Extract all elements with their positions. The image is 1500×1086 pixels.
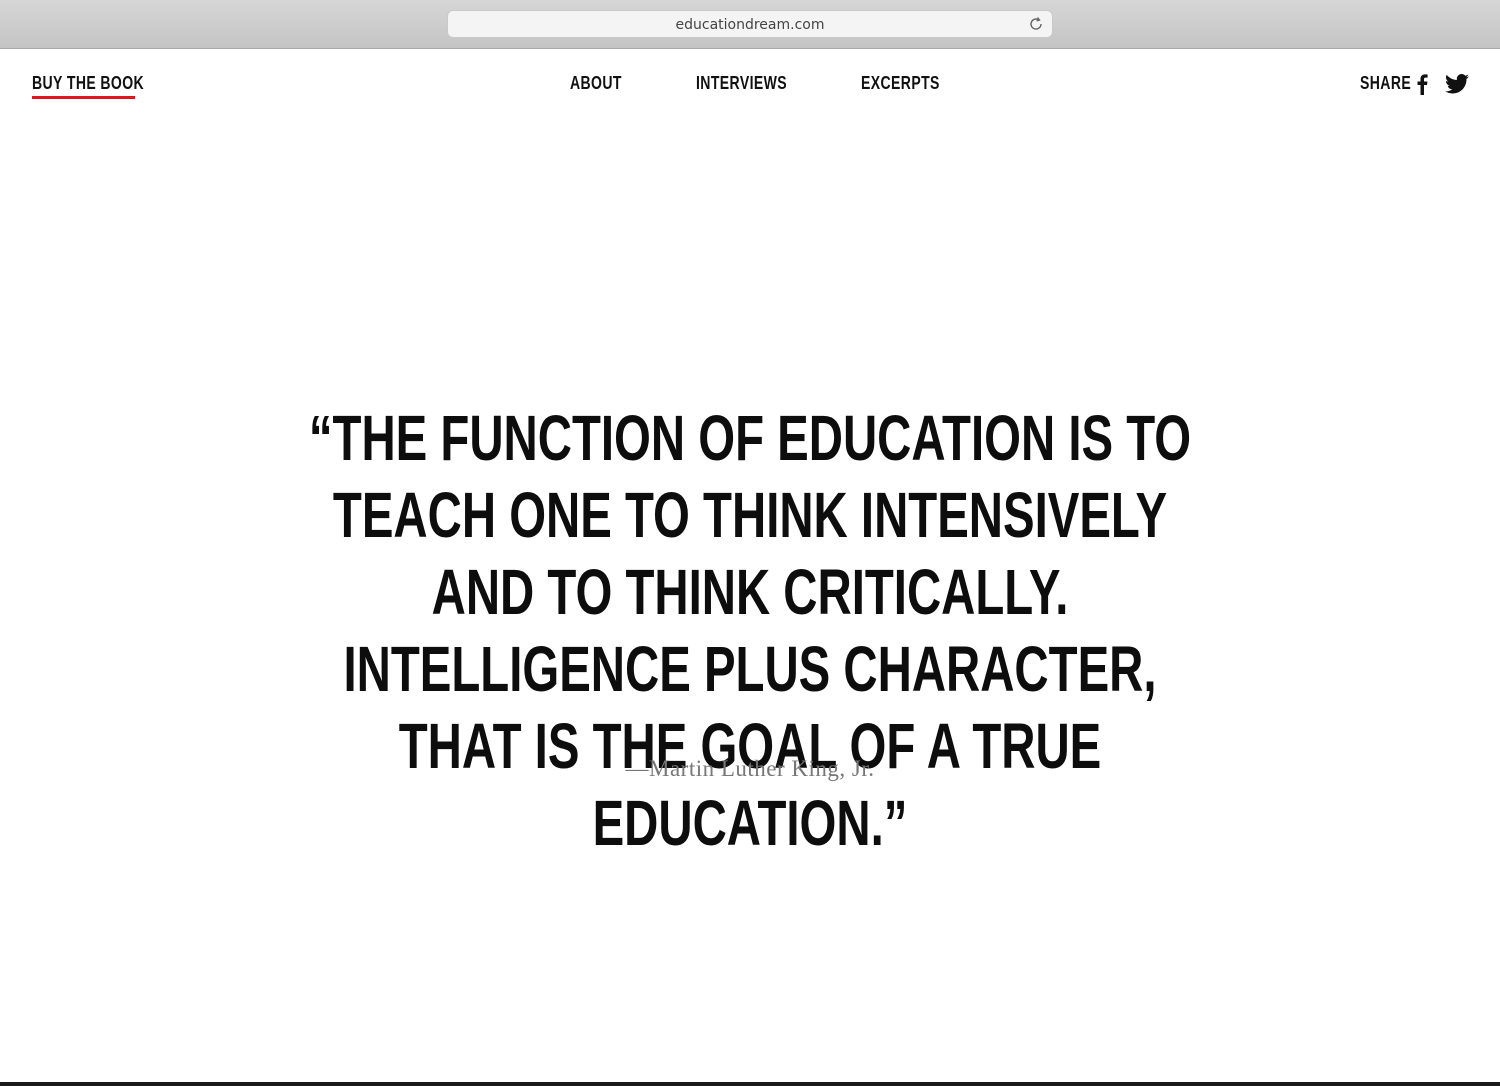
reload-icon[interactable] — [1028, 16, 1044, 32]
quote-text: “THE FUNCTION OF EDUCATION IS TO TEACH O… — [308, 402, 1192, 859]
address-bar-url: educationdream.com — [675, 17, 825, 33]
nav-about[interactable]: ABOUT — [570, 73, 622, 94]
twitter-icon[interactable] — [1445, 74, 1469, 94]
quote-section: “THE FUNCTION OF EDUCATION IS TO TEACH O… — [230, 400, 1270, 862]
nav-excerpts[interactable]: EXCERPTS — [861, 73, 940, 94]
window-bottom-edge — [0, 1082, 1500, 1086]
browser-toolbar: educationdream.com — [0, 0, 1500, 49]
site-header: BUY THE BOOK ABOUT INTERVIEWS EXCERPTS S… — [0, 49, 1500, 119]
facebook-icon[interactable] — [1414, 73, 1430, 95]
nav-interviews[interactable]: INTERVIEWS — [696, 73, 787, 94]
share-label: SHARE — [1360, 73, 1412, 93]
buy-the-book-link[interactable]: BUY THE BOOK — [32, 73, 144, 94]
quote-attribution: —Martin Luther King, Jr. — [625, 756, 875, 781]
address-bar[interactable]: educationdream.com — [447, 10, 1053, 38]
buy-the-book-underline — [32, 96, 135, 99]
